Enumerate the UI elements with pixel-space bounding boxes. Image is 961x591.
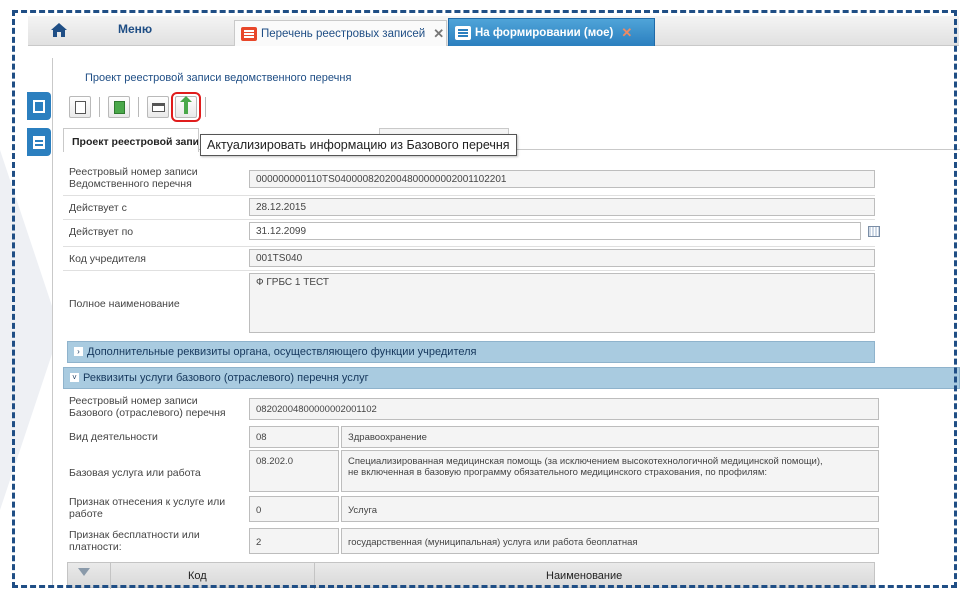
full-name-field: Ф ГРБС 1 ТЕСТ [249, 273, 875, 333]
row-divider [63, 246, 875, 247]
free-sign-code-field: 2 [249, 528, 339, 554]
row-divider [63, 219, 875, 220]
tab-draft-record[interactable]: Проект реестровой записи [63, 128, 199, 152]
list-icon [241, 26, 257, 41]
copy-button[interactable] [69, 96, 91, 118]
valid-to-field[interactable]: 31.12.2099 [249, 222, 861, 240]
label-line: платности: [69, 541, 122, 553]
label-line: работе [69, 508, 103, 520]
text-line: не включенная в базовую программу обязат… [348, 467, 767, 478]
service-sign-name-field: Услуга [341, 496, 879, 522]
chevron-down-icon: ˅ [70, 373, 79, 382]
activity-code-field: 08 [249, 426, 339, 448]
actualize-button[interactable] [171, 92, 201, 122]
tab-registry-list[interactable]: Перечень реестровых записей ✕ [234, 20, 447, 46]
main-panel: Проект реестровой записи ведомственного … [52, 58, 960, 589]
filter-icon[interactable] [78, 568, 90, 582]
document-icon [74, 100, 86, 114]
column-header-name[interactable]: Наименование [546, 570, 622, 582]
section-label: Дополнительные реквизиты органа, осущест… [87, 346, 477, 358]
toolbar [69, 92, 208, 122]
label-service-sign: Признак отнесения к услуге или работе [69, 496, 225, 520]
background-decoration [0, 150, 60, 510]
label-free-sign: Признак бесплатности или платности: [69, 529, 200, 553]
home-icon[interactable] [50, 22, 68, 38]
activity-name-field: Здравоохранение [341, 426, 879, 448]
close-icon[interactable]: ✕ [433, 26, 444, 42]
label-base-service: Базовая услуга или работа [69, 467, 201, 479]
label-line: Признак бесплатности или [69, 529, 200, 541]
label-base-number: Реестровый номер записи Базового (отрасл… [69, 395, 226, 419]
top-tab-bar: Меню Перечень реестровых записей ✕ На фо… [28, 16, 959, 46]
list-icon [455, 25, 471, 40]
column-header-code[interactable]: Код [188, 570, 207, 582]
toolbar-divider [205, 97, 206, 117]
registry-number-field: 000000000110TS04000082020048000000020011… [249, 170, 875, 188]
label-line: Базового (отраслевого) перечня [69, 407, 226, 419]
toolbar-divider [99, 97, 100, 117]
founder-code-field: 001TS040 [249, 249, 875, 267]
page-title: Проект реестровой записи ведомственного … [85, 72, 352, 84]
tab-in-progress[interactable]: На формировании (мое) ✕ [448, 18, 655, 46]
column-divider [110, 563, 111, 589]
chevron-right-icon: › [74, 347, 83, 356]
section-extra-details[interactable]: › Дополнительные реквизиты органа, осущес… [67, 341, 875, 363]
row-divider [63, 195, 875, 196]
label-valid-to: Действует по [69, 226, 134, 238]
tab-label: Перечень реестровых записей [261, 27, 426, 40]
calendar-icon[interactable] [868, 226, 880, 237]
label-valid-from: Действует с [69, 202, 127, 214]
side-edit-button[interactable] [27, 92, 51, 120]
valid-from-field: 28.12.2015 [249, 198, 875, 216]
free-sign-name-field: государственная (муниципальная) услуга и… [341, 528, 879, 554]
label-activity: Вид деятельности [69, 431, 158, 443]
column-divider [314, 563, 315, 589]
service-sign-code-field: 0 [249, 496, 339, 522]
base-number-field: 08202004800000002001102 [249, 398, 879, 420]
label-founder-code: Код учредителя [69, 253, 146, 265]
text-line: Специализированная медицинская помощь (з… [348, 456, 823, 467]
side-calculator-button[interactable] [27, 128, 51, 156]
label-full-name: Полное наименование [69, 298, 180, 310]
menu-button[interactable]: Меню [118, 22, 152, 36]
tab-label: На формировании (мое) [475, 26, 614, 39]
section-label: Реквизиты услуги базового (отраслевого) … [83, 372, 369, 384]
label-registry-number: Реестровый номер записи Ведомственного п… [69, 166, 198, 190]
row-divider [63, 270, 875, 271]
label-line: Реестровый номер записи [69, 166, 198, 178]
check-document-icon [113, 100, 125, 114]
label-line: Реестровый номер записи [69, 395, 198, 407]
tooltip: Актуализировать информацию из Базового п… [200, 134, 517, 156]
base-service-code-field: 08.202.0 [249, 450, 339, 492]
grid-header: Код Наименование [67, 562, 875, 589]
print-button[interactable] [147, 96, 169, 118]
calculator-icon [33, 135, 45, 149]
section-service-details[interactable]: ˅ Реквизиты услуги базового (отраслевого)… [63, 367, 960, 389]
printer-icon [151, 102, 165, 112]
approve-button[interactable] [108, 96, 130, 118]
toolbar-divider [138, 97, 139, 117]
close-icon[interactable]: ✕ [621, 25, 632, 41]
label-line: Признак отнесения к услуге или [69, 496, 226, 508]
upload-arrow-icon [180, 96, 192, 114]
base-service-name-field: Специализированная медицинская помощь (з… [341, 450, 879, 492]
edit-icon [33, 99, 45, 113]
label-line: Ведомственного перечня [69, 178, 192, 190]
